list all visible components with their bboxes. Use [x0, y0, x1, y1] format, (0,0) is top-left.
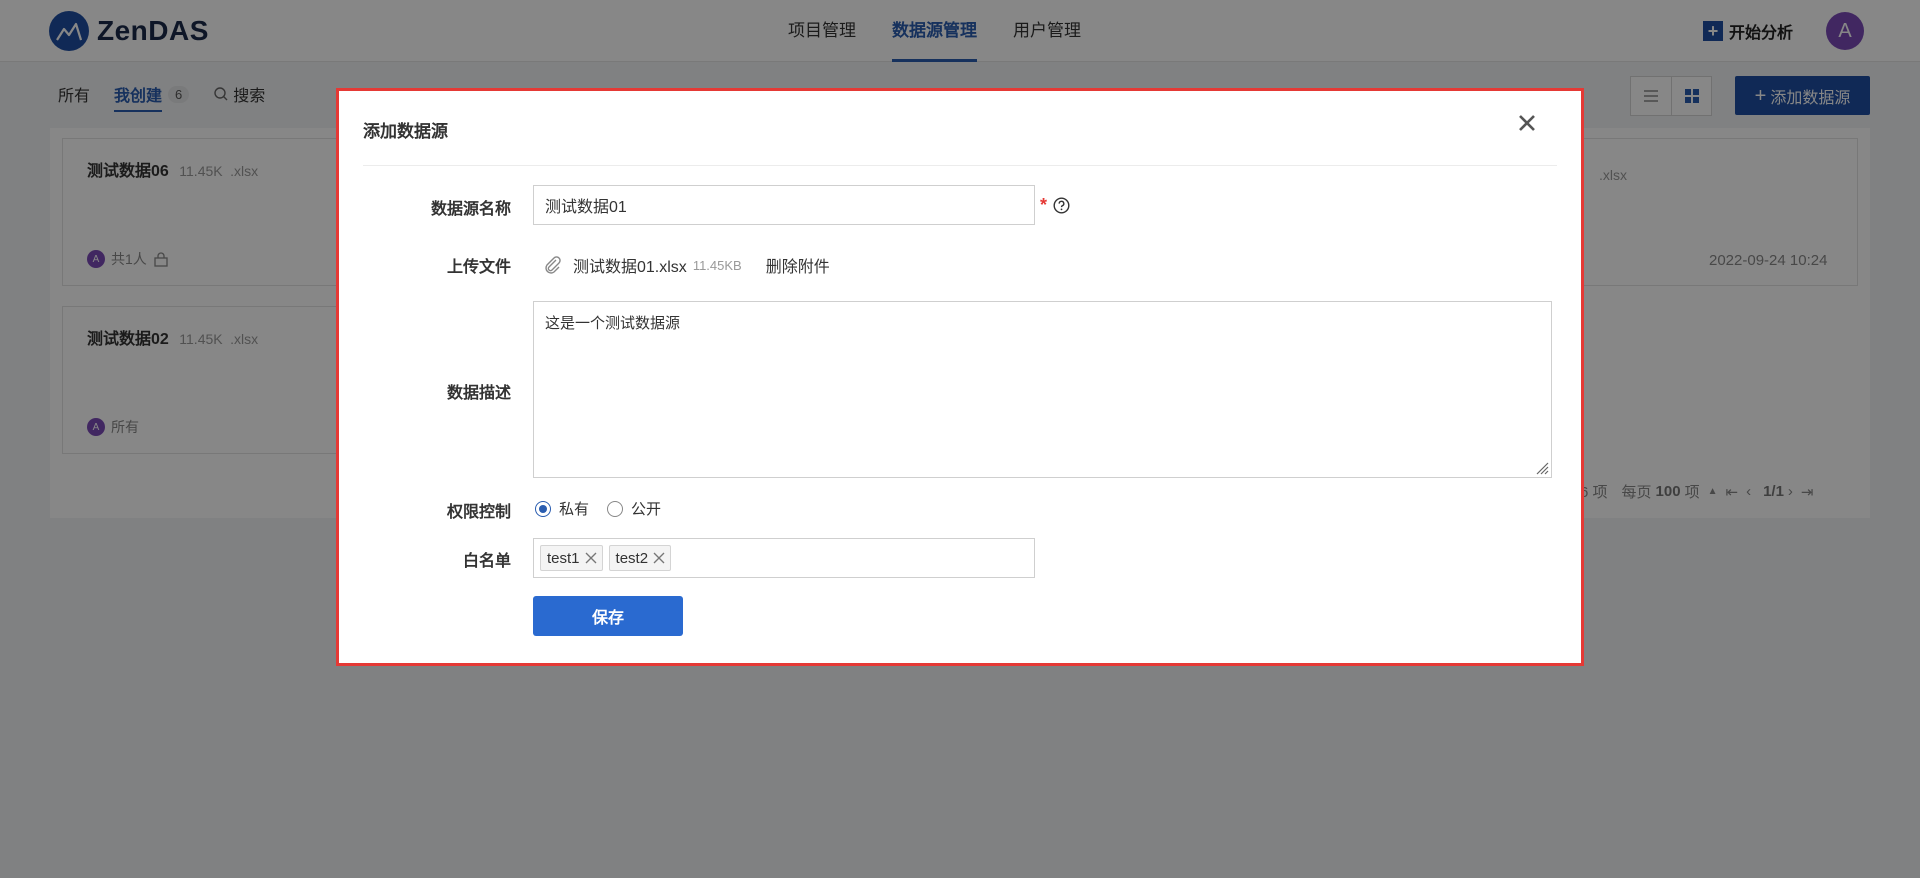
paperclip-icon: [545, 256, 561, 274]
radio-private-control[interactable]: [535, 500, 551, 517]
radio-private-label: 私有: [559, 501, 590, 518]
description-textarea[interactable]: 这是一个测试数据源: [533, 301, 1552, 478]
file-size: 11.45KB: [692, 257, 742, 273]
upload-label: 上传文件: [446, 259, 511, 276]
permission-label: 权限控制: [446, 504, 511, 521]
file-name[interactable]: 测试数据01.xlsx: [573, 253, 687, 277]
whitelist-tag: test1: [540, 545, 603, 571]
whitelist-tag: test2: [608, 545, 672, 571]
whitelist-input[interactable]: test1 test2: [533, 538, 1035, 578]
radio-private[interactable]: 私有: [535, 498, 589, 519]
close-icon: [1519, 115, 1535, 131]
permission-radio-group: 私有 公开: [535, 498, 679, 519]
tag-remove-icon[interactable]: [584, 551, 598, 565]
delete-attachment-link[interactable]: 删除附件: [766, 253, 830, 277]
resize-handle-icon[interactable]: [1535, 461, 1549, 475]
modal-divider: [363, 165, 1557, 166]
required-mark: *: [1040, 195, 1048, 215]
datasource-name-input[interactable]: [533, 185, 1035, 225]
whitelist-label: 白名单: [462, 553, 511, 570]
add-datasource-modal: 添加数据源 数据源名称 * 上传文件 测试数据01.xlsx 11.45KB 删…: [336, 88, 1584, 666]
tag-remove-icon[interactable]: [652, 551, 666, 565]
modal-title: 添加数据源: [363, 122, 448, 141]
radio-public-label: 公开: [631, 501, 662, 518]
close-button[interactable]: [1513, 109, 1541, 137]
help-icon[interactable]: [1053, 197, 1070, 219]
description-label: 数据描述: [446, 385, 511, 402]
radio-public[interactable]: 公开: [607, 498, 661, 519]
tag-label: test2: [615, 549, 649, 567]
uploaded-file: 测试数据01.xlsx 11.45KB 删除附件: [543, 253, 830, 277]
save-button[interactable]: 保存: [533, 596, 683, 636]
name-label: 数据源名称: [430, 201, 511, 218]
tag-label: test1: [547, 549, 580, 567]
radio-public-control[interactable]: [607, 500, 624, 517]
